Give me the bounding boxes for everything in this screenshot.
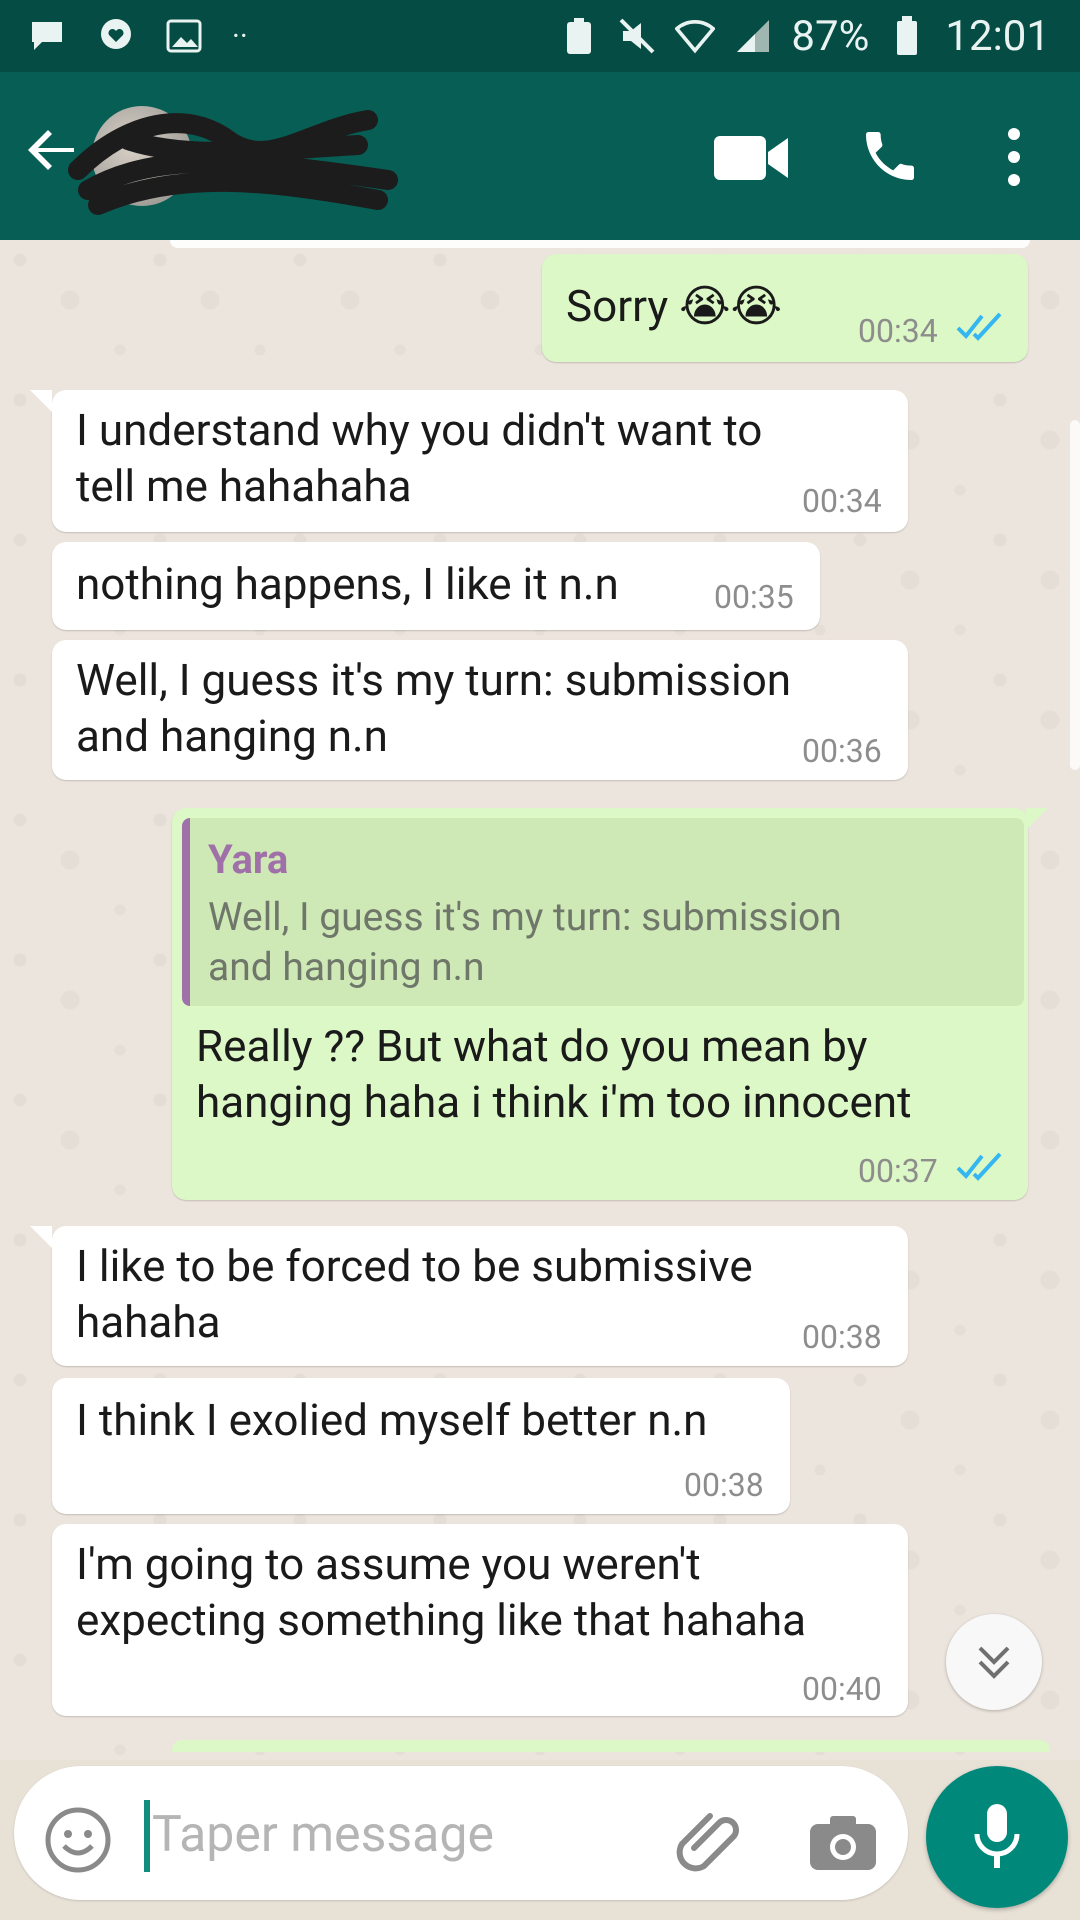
message-bubble-incoming[interactable]: nothing happens, I like it n.n 00:35 [52, 542, 820, 630]
bubble-tail [30, 390, 52, 412]
message-text-line: and hanging n.n [76, 710, 388, 762]
message-text-line: I'm going to assume you weren't [76, 1538, 701, 1590]
battery-icon [887, 16, 927, 55]
message-bubble-incoming[interactable]: Well, I guess it's my turn: submission a… [52, 640, 908, 780]
emoji-icon[interactable] [44, 1806, 112, 1874]
voice-record-button[interactable] [926, 1766, 1068, 1908]
text-caret [144, 1800, 150, 1872]
message-bubble-outgoing[interactable]: Sorry 😭😭 00:34 [542, 254, 1028, 362]
quoted-author: Yara [208, 836, 289, 883]
message-text-line: hahaha [76, 1296, 221, 1348]
message-time: 00:35 [714, 578, 794, 616]
signal-icon [733, 18, 773, 54]
system-icons: 87% 12:01 [559, 12, 1050, 61]
next-message-edge [172, 1740, 1050, 1752]
message-time: 00:36 [802, 732, 882, 770]
video-call-icon[interactable] [712, 130, 792, 186]
notification-heart-chat-icon [96, 18, 136, 54]
message-time: 00:38 [802, 1318, 882, 1356]
notification-image-icon [164, 18, 204, 54]
chat-header [0, 72, 1080, 240]
message-bubble-incoming[interactable]: I think I exolied myself better n.n 00:3… [52, 1378, 790, 1514]
message-text-line: Well, I guess it's my turn: submission [76, 654, 792, 706]
notification-icons: ·· [28, 18, 248, 54]
message-input[interactable]: Taper message [152, 1806, 494, 1864]
read-ticks-icon [956, 1152, 1002, 1181]
more-notifications-icon: ·· [232, 18, 248, 54]
message-text: I think I exolied myself better n.n [76, 1394, 708, 1446]
message-text-line: tell me hahahaha [76, 460, 412, 512]
message-time: 00:37 [858, 1152, 938, 1190]
message-text-line: I like to be forced to be submissive [76, 1240, 753, 1292]
double-chevron-down-icon [978, 1646, 1010, 1679]
read-ticks-icon [956, 312, 1002, 341]
message-text-line: hanging haha i think i'm too innocent [196, 1076, 912, 1128]
mute-icon [617, 18, 657, 54]
message-bubble-incoming[interactable]: I like to be forced to be submissive hah… [52, 1226, 908, 1366]
redacted-contact-name[interactable] [68, 100, 398, 220]
quoted-text: Well, I guess it's my turn: submission a… [208, 892, 988, 992]
notification-chat-icon [28, 18, 68, 54]
status-bar: ·· 87% 12:01 [0, 0, 1080, 72]
message-text-line: Really ?? But what do you mean by [196, 1020, 868, 1072]
message-bubble-incoming[interactable]: I'm going to assume you weren't expectin… [52, 1524, 908, 1716]
attachment-icon[interactable] [674, 1808, 748, 1878]
clock: 12:01 [945, 11, 1050, 61]
phone-icon[interactable] [858, 124, 922, 188]
scroll-indicator[interactable] [1070, 420, 1080, 770]
battery-saver-icon [559, 18, 599, 54]
quoted-text-line: Well, I guess it's my turn: submission [208, 894, 842, 940]
message-time: 00:34 [802, 482, 882, 520]
message-text-line: I understand why you didn't want to [76, 404, 763, 456]
quoted-text-line: and hanging n.n [208, 944, 485, 990]
message-time: 00:38 [684, 1466, 764, 1504]
message-bubble-incoming[interactable]: I understand why you didn't want to tell… [52, 390, 908, 532]
wifi-icon [675, 18, 716, 54]
previous-message-edge [170, 240, 1030, 248]
microphone-icon [974, 1804, 1020, 1868]
battery-percentage: 87% [791, 11, 870, 61]
bubble-tail [1026, 808, 1048, 830]
message-time: 00:34 [858, 312, 938, 350]
scroll-to-bottom-button[interactable] [946, 1614, 1042, 1710]
bubble-tail [30, 1226, 52, 1248]
message-text: nothing happens, I like it n.n [76, 558, 619, 610]
camera-icon[interactable] [808, 1812, 878, 1872]
message-text-line: expecting something like that hahaha [76, 1594, 807, 1646]
message-text: Sorry 😭😭 [566, 280, 782, 332]
more-vert-icon[interactable] [994, 122, 1034, 192]
message-time: 00:40 [802, 1670, 882, 1708]
